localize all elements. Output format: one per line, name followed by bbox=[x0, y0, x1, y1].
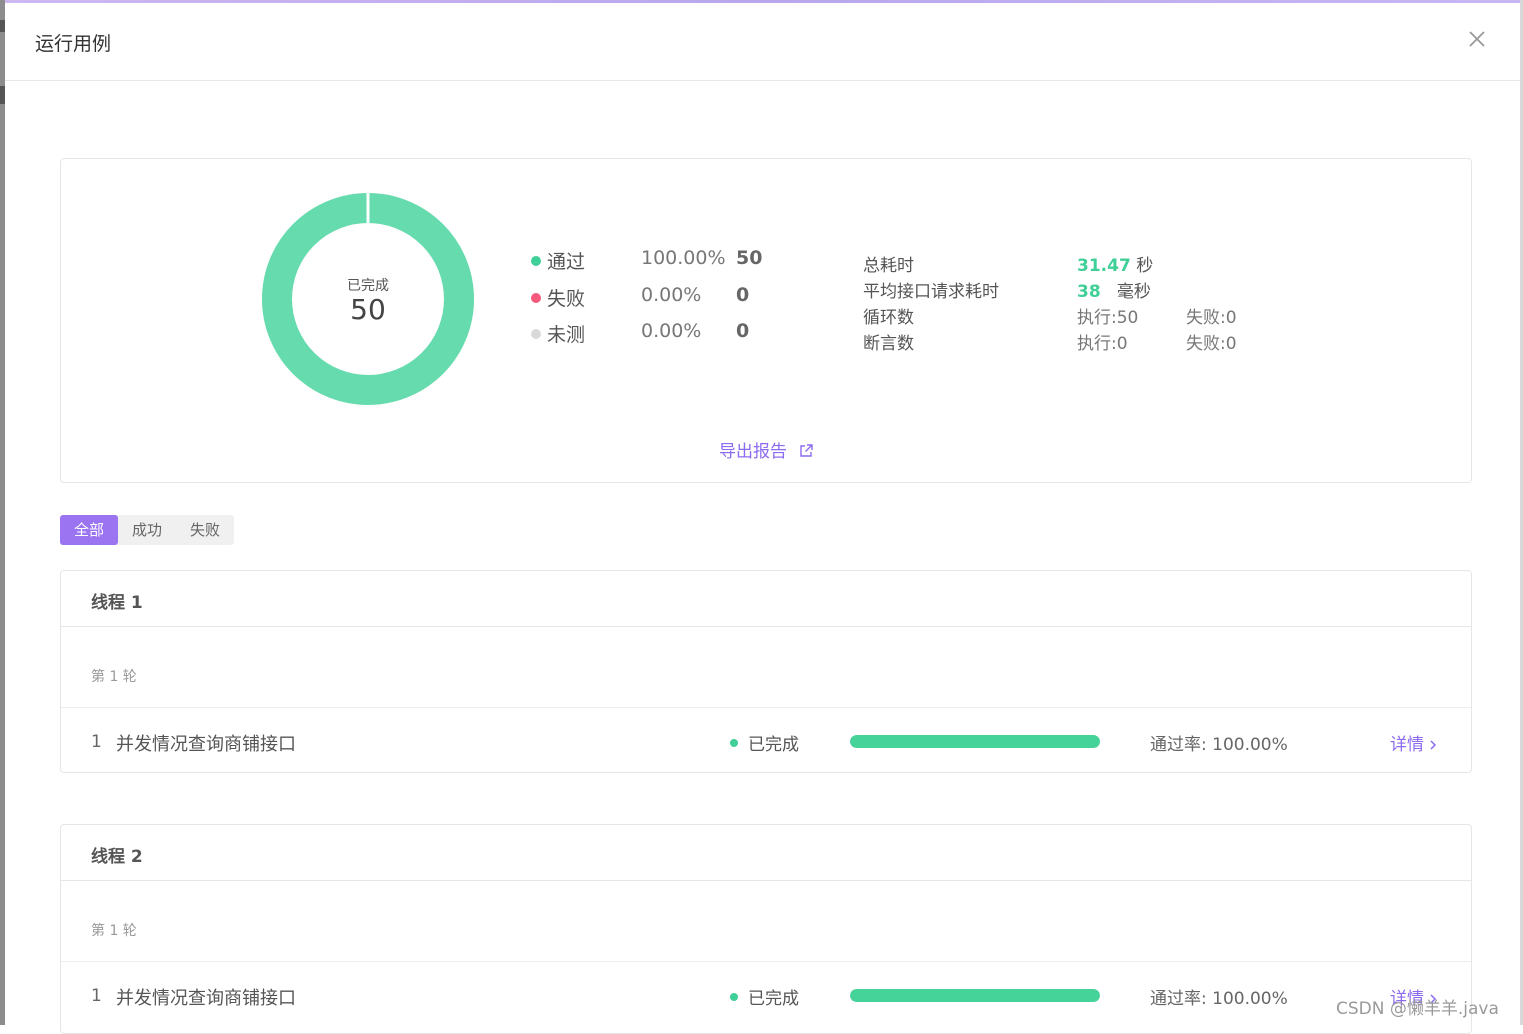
stat-value: 31.47 秒 bbox=[1077, 251, 1153, 276]
background-overlay-edge bbox=[0, 0, 5, 1025]
donut-value: 50 bbox=[350, 293, 386, 326]
stat-value: 38 毫秒 bbox=[1077, 277, 1151, 302]
thread-card-2: 线程 2 第 1 轮 1 并发情况查询商铺接口 已完成 通过率: 100.00%… bbox=[60, 824, 1472, 1034]
legend-percent: 0.00% bbox=[641, 284, 702, 306]
thread-card-1: 线程 1 第 1 轮 1 并发情况查询商铺接口 已完成 通过率: 100.00%… bbox=[60, 570, 1472, 773]
stat-label: 总耗时 bbox=[863, 256, 914, 276]
case-status: 已完成 bbox=[748, 989, 799, 1009]
round-label: 第 1 轮 bbox=[91, 669, 137, 685]
chevron-right-icon bbox=[1430, 740, 1437, 750]
export-report-link[interactable]: 导出报告 bbox=[719, 437, 814, 462]
close-icon bbox=[1469, 31, 1485, 47]
total-time-number: 31.47 bbox=[1077, 256, 1131, 276]
avg-time-number: 38 bbox=[1077, 282, 1101, 302]
legend-name: 通过 bbox=[547, 251, 586, 273]
case-index: 1 bbox=[91, 986, 102, 1006]
legend-dot-untested bbox=[531, 329, 541, 339]
case-row: 1 并发情况查询商铺接口 已完成 通过率: 100.00% 详情 bbox=[61, 708, 1471, 773]
legend-count: 0 bbox=[736, 284, 750, 306]
case-detail-link[interactable]: 详情 bbox=[1390, 730, 1439, 755]
asserts-exec: 执行:0 bbox=[1077, 334, 1128, 354]
asserts-fail: 失败:0 bbox=[1186, 334, 1237, 354]
filter-all-button[interactable]: 全部 bbox=[60, 515, 119, 545]
legend-dot-pass bbox=[531, 256, 541, 266]
case-row: 1 并发情况查询商铺接口 已完成 通过率: 100.00% 详情 bbox=[61, 962, 1471, 1027]
detail-label: 详情 bbox=[1390, 735, 1424, 755]
stat-label: 循环数 bbox=[863, 308, 914, 328]
filter-fail-button[interactable]: 失败 bbox=[176, 515, 234, 545]
export-report-label: 导出报告 bbox=[719, 442, 787, 462]
legend-percent: 100.00% bbox=[641, 247, 726, 269]
legend-name: 未测 bbox=[547, 324, 586, 346]
close-button[interactable] bbox=[1465, 27, 1489, 51]
status-dot bbox=[730, 993, 738, 1001]
progress-fill bbox=[850, 735, 1100, 748]
loops-exec: 执行:50 bbox=[1077, 308, 1139, 328]
case-progress-bar bbox=[850, 735, 1100, 748]
loops-fail: 失败:0 bbox=[1186, 308, 1237, 328]
case-index: 1 bbox=[91, 732, 102, 752]
case-name: 并发情况查询商铺接口 bbox=[116, 734, 296, 755]
dialog-header: 运行用例 bbox=[5, 3, 1520, 81]
summary-card: 已完成 50 通过 100.00% 50 失败 0.00% 0 未测 0.00%… bbox=[60, 158, 1472, 483]
legend-percent: 0.00% bbox=[641, 320, 702, 342]
donut-label: 已完成 bbox=[347, 278, 389, 294]
legend-count: 0 bbox=[736, 320, 750, 342]
legend-dot-fail bbox=[531, 293, 541, 303]
total-time-unit: 秒 bbox=[1136, 256, 1154, 276]
stat-label: 断言数 bbox=[863, 334, 914, 354]
avg-time-unit: 毫秒 bbox=[1116, 282, 1151, 302]
thread-title: 线程 2 bbox=[91, 847, 143, 867]
case-name: 并发情况查询商铺接口 bbox=[116, 988, 296, 1009]
legend-name: 失败 bbox=[547, 288, 586, 310]
status-dot bbox=[730, 739, 738, 747]
case-status: 已完成 bbox=[748, 735, 799, 755]
dialog-title: 运行用例 bbox=[35, 33, 112, 55]
thread-header: 线程 1 bbox=[61, 571, 1471, 627]
thread-header: 线程 2 bbox=[61, 825, 1471, 881]
stat-label: 平均接口请求耗时 bbox=[863, 282, 999, 302]
progress-fill bbox=[850, 989, 1100, 1002]
legend-count: 50 bbox=[736, 247, 763, 269]
thread-title: 线程 1 bbox=[91, 593, 143, 613]
watermark: CSDN @懒羊羊.java bbox=[1336, 999, 1499, 1019]
filter-success-button[interactable]: 成功 bbox=[118, 515, 176, 545]
case-progress-bar bbox=[850, 989, 1100, 1002]
result-filter-group: 全部 成功 失败 bbox=[60, 515, 235, 545]
round-label: 第 1 轮 bbox=[91, 923, 137, 939]
case-pass-rate: 通过率: 100.00% bbox=[1150, 989, 1288, 1009]
case-pass-rate: 通过率: 100.00% bbox=[1150, 735, 1288, 755]
external-link-icon bbox=[800, 444, 814, 457]
